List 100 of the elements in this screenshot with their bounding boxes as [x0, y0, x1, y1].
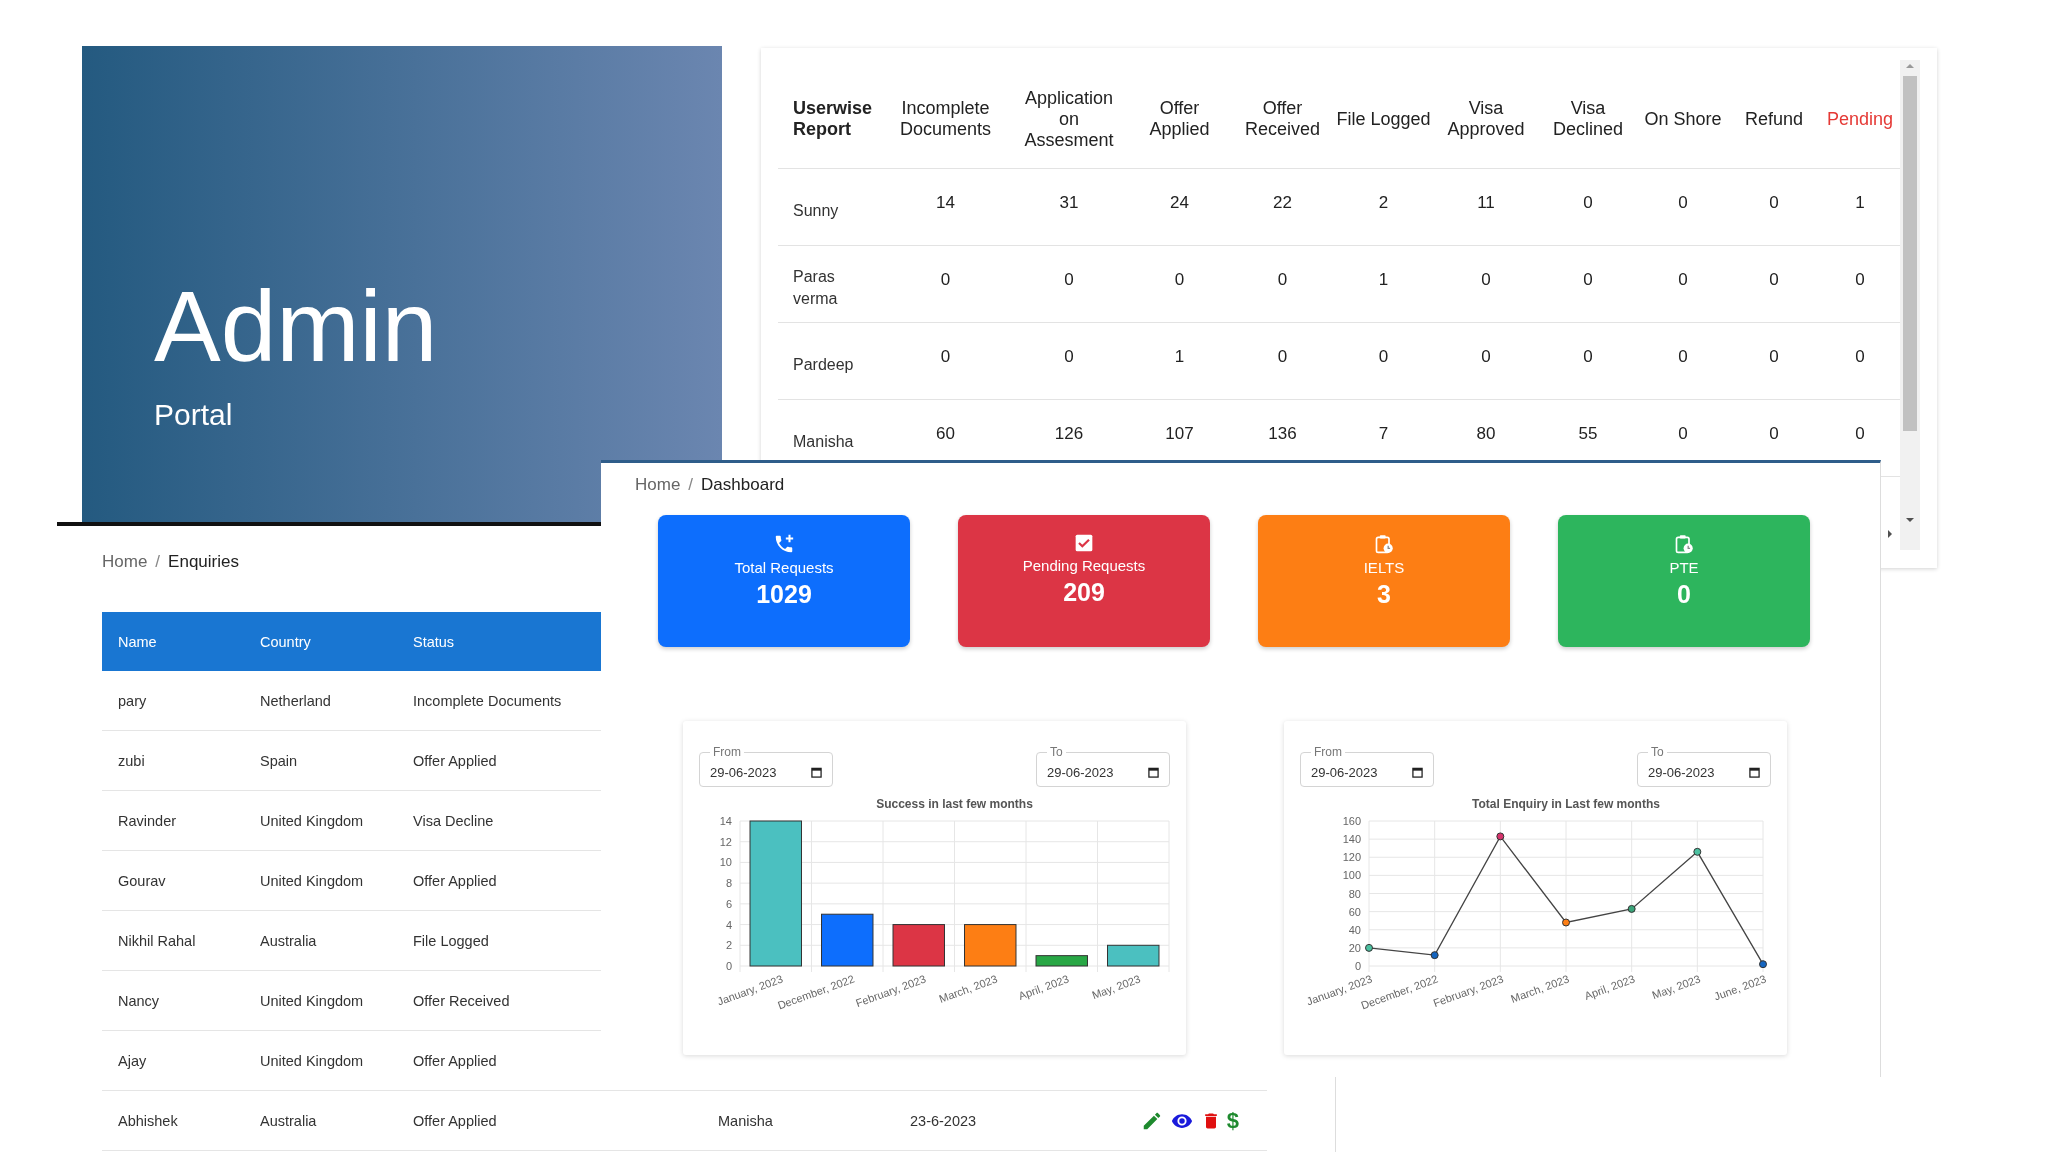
- axis-label: 8: [725, 877, 732, 890]
- axis-label: March, 2023: [937, 972, 999, 1005]
- table-cell: 0: [1638, 322, 1728, 400]
- clipboard-icon: [1674, 533, 1694, 555]
- column-header: Visa Approved: [1434, 70, 1538, 169]
- stat-label: IELTS: [1363, 559, 1405, 576]
- scroll-right-icon[interactable]: [1888, 530, 1892, 538]
- calendar-icon[interactable]: [1148, 767, 1159, 778]
- table-cell: Manisha: [702, 1090, 894, 1151]
- table-cell: pary: [102, 671, 244, 731]
- axis-label: 6: [725, 897, 732, 910]
- scrollbar[interactable]: [1900, 60, 1920, 550]
- clipboard-icon: [1374, 533, 1394, 555]
- table-cell: 0: [1011, 322, 1127, 400]
- table-cell: Gourav: [102, 850, 244, 911]
- table-cell: Netherland: [244, 671, 397, 731]
- calendar-icon[interactable]: [1749, 767, 1760, 778]
- table-cell: 14: [880, 168, 1011, 246]
- stat-card[interactable]: Total Requests 1029: [658, 515, 910, 647]
- table-cell: Australia: [244, 910, 397, 971]
- breadcrumb-link[interactable]: Home: [102, 552, 148, 572]
- phone-icon: [773, 533, 795, 555]
- calendar-icon[interactable]: [811, 767, 822, 778]
- axis-label: 60: [1348, 905, 1361, 918]
- axis-label: 14: [719, 815, 732, 827]
- table-cell: 0: [1232, 245, 1333, 323]
- column-header: On Shore: [1638, 70, 1728, 169]
- axis-label: March, 2023: [1509, 972, 1571, 1005]
- column-header: File Logged: [1333, 70, 1434, 169]
- axis-label: 160: [1342, 815, 1361, 827]
- table-cell: 0: [1434, 245, 1538, 323]
- date-field[interactable]: To 29-06-2023: [1036, 745, 1170, 787]
- date-field[interactable]: To 29-06-2023: [1637, 745, 1771, 787]
- breadcrumb-current: Dashboard: [701, 475, 785, 495]
- breadcrumb-link[interactable]: Home: [635, 475, 681, 495]
- axis-label: 10: [719, 856, 732, 869]
- table-cell: United Kingdom: [244, 790, 397, 851]
- axis-label: May, 2023: [1650, 972, 1702, 1002]
- axis-label: 2: [725, 939, 732, 952]
- axis-label: April, 2023: [1016, 972, 1071, 1002]
- table-cell: 0: [1434, 322, 1538, 400]
- table-cell: 0: [1728, 322, 1820, 400]
- column-header: Incomplete Documents: [880, 70, 1011, 169]
- table-cell: Abhishek: [102, 1090, 244, 1151]
- stat-value: 0: [1677, 580, 1691, 609]
- table-cell: 0: [1538, 245, 1638, 323]
- table-cell: 0: [880, 245, 1011, 323]
- axis-label: 12: [719, 835, 732, 848]
- table-cell: United Kingdom: [244, 1030, 397, 1091]
- table-cell: 24: [1127, 168, 1232, 246]
- table-cell: Australia: [244, 1090, 397, 1151]
- column-header: Userwise Report: [778, 70, 880, 169]
- axis-label: April, 2023: [1582, 972, 1637, 1002]
- table-cell: Spain: [244, 730, 397, 791]
- table-cell: 23-6-2023: [894, 1090, 1120, 1151]
- table-cell: 0: [1333, 322, 1434, 400]
- stat-label: Total Requests: [734, 559, 834, 576]
- column-header: Country: [244, 612, 397, 671]
- axis-label: 120: [1342, 851, 1361, 864]
- payment-link[interactable]: $: [1226, 1107, 1239, 1134]
- table-cell: 11: [1434, 168, 1538, 246]
- scroll-down-icon[interactable]: [1906, 518, 1914, 522]
- table-cell: zubi: [102, 730, 244, 791]
- table-cell: 31: [1011, 168, 1127, 246]
- axis-label: June, 2023: [1712, 972, 1768, 1003]
- table-cell: 2: [1333, 168, 1434, 246]
- scrollbar-thumb[interactable]: [1903, 76, 1917, 431]
- stat-value: 209: [1063, 578, 1105, 607]
- column-header: Offer Applied: [1127, 70, 1232, 169]
- stat-card[interactable]: Pending Requests 209: [958, 515, 1210, 647]
- stat-label: Pending Requests: [1022, 557, 1146, 574]
- column-header: Refund: [1728, 70, 1820, 169]
- table-cell: Paras verma: [778, 245, 880, 323]
- axis-label: 40: [1348, 923, 1361, 936]
- axis-label: 20: [1348, 941, 1361, 954]
- breadcrumb-separator: /: [155, 552, 161, 572]
- table-cell: Nancy: [102, 970, 244, 1031]
- banner-subtitle: Portal: [154, 398, 233, 432]
- table-cell: 0: [1728, 245, 1820, 323]
- table-cell: Offer Applied: [397, 1090, 702, 1151]
- table-cell: 0: [1232, 322, 1333, 400]
- table-cell: 0: [1538, 322, 1638, 400]
- table-cell: 0: [1638, 168, 1728, 246]
- axis-label: 0: [725, 960, 732, 972]
- calendar-icon[interactable]: [1412, 767, 1423, 778]
- table-cell: United Kingdom: [244, 970, 397, 1031]
- table-cell: 0: [1011, 245, 1127, 323]
- axis-label: 0: [1354, 960, 1361, 972]
- table-cell: 0: [880, 322, 1011, 400]
- table-cell: Ravinder: [102, 790, 244, 851]
- table-cell: 0: [1638, 245, 1728, 323]
- date-field[interactable]: From 29-06-2023: [699, 745, 833, 787]
- table-cell: United Kingdom: [244, 850, 397, 911]
- table-cell: 1: [1127, 322, 1232, 400]
- stat-label: PTE: [1669, 559, 1699, 576]
- table-cell: Sunny: [778, 168, 880, 246]
- column-header: Name: [102, 612, 244, 671]
- breadcrumb-separator: /: [688, 475, 694, 495]
- date-field[interactable]: From 29-06-2023: [1300, 745, 1434, 787]
- axis-label: 140: [1342, 833, 1361, 846]
